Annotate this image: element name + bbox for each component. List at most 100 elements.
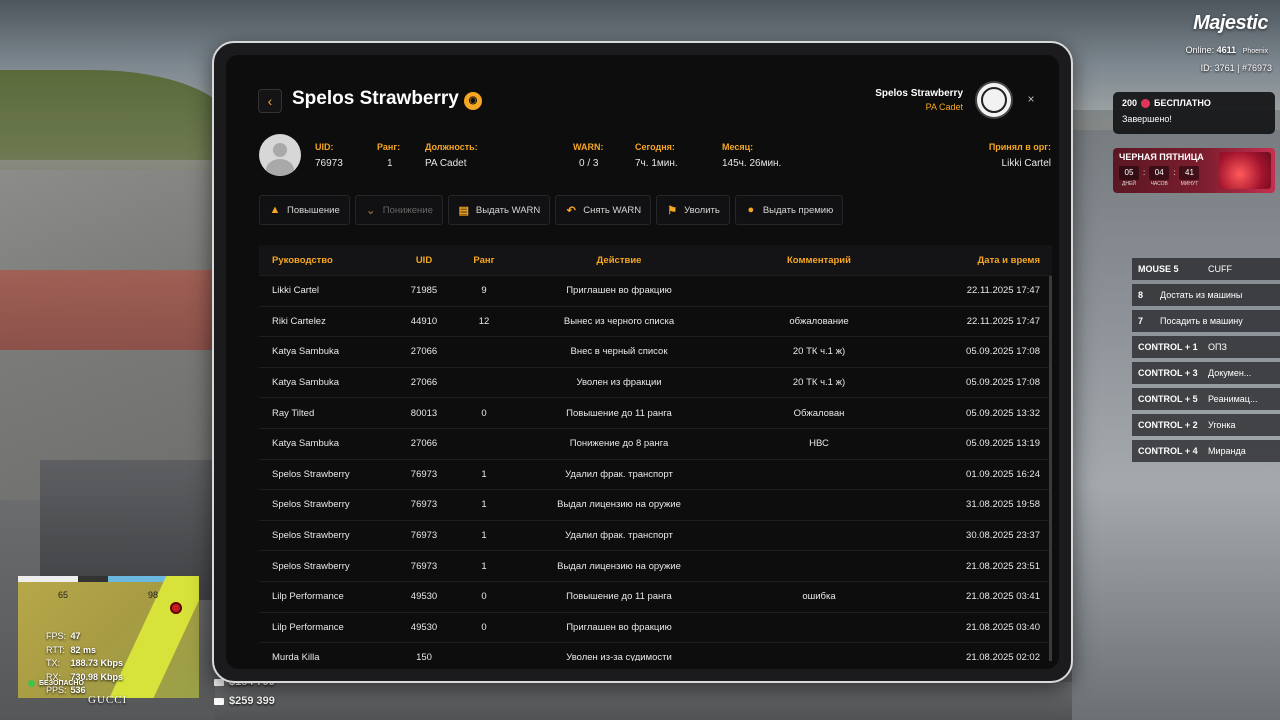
rtt-value: 82 ms [70, 644, 97, 655]
rtt-label: RTT: [46, 644, 65, 655]
issue-bonus-button[interactable]: ● Выдать премию [734, 195, 844, 225]
table-row: Murda Killa 150 Уволен из-за судимости 2… [259, 643, 1052, 661]
online-value: 4611 [1216, 45, 1237, 55]
cell-uid: 76973 [410, 499, 438, 511]
timer-separator: : [1143, 168, 1146, 177]
close-button[interactable]: × [1023, 91, 1039, 107]
cell-comment: обжалование [789, 315, 849, 327]
header-comment: Комментарий [787, 254, 851, 266]
table-row: Spelos Strawberry 76973 1 Выдал лицензию… [259, 490, 1052, 521]
timer-minutes: 41 МИНУТ [1179, 166, 1200, 187]
notification-label: БЕСПЛАТНО [1154, 98, 1211, 108]
keybind-key: 8 [1138, 290, 1144, 300]
promote-button[interactable]: ▲ Повышение [259, 195, 350, 225]
promote-label: Повышение [287, 204, 340, 216]
demote-button[interactable]: ⌄ Понижение [354, 195, 443, 225]
cell-uid: 76973 [410, 560, 438, 572]
issue-warn-label: Выдать WARN [475, 204, 541, 216]
issue-warn-button[interactable]: ▤ Выдать WARN [447, 195, 551, 225]
table-row: Lilp Performance 49530 0 Приглашен во фр… [259, 613, 1052, 644]
cell-uid: 27066 [410, 438, 438, 450]
cell-datetime: 05.09.2025 13:32 [966, 407, 1040, 419]
cell-datetime: 22.11.2025 17:47 [966, 285, 1040, 297]
reward-notification: 200 БЕСПЛАТНО Завершено! [1113, 92, 1275, 134]
undo-icon: ↶ [566, 204, 576, 217]
safe-zone-indicator: БЕЗОПАСНО [28, 680, 84, 687]
cell-action: Повышение до 11 ранга [566, 591, 672, 603]
timer-days: 05 ДНЕЙ [1119, 166, 1139, 187]
cell-manager: Likki Cartel [272, 285, 319, 297]
cell-action: Вынес из черного списка [563, 315, 675, 327]
player-id: ID: 3761 | #76973 [1200, 63, 1272, 73]
cell-rank: 0 [481, 621, 487, 633]
arrow-up-icon: ▲ [269, 204, 281, 216]
dismiss-button[interactable]: ⚑ Уволить [656, 195, 730, 225]
cell-rank: 1 [481, 560, 487, 572]
cell-datetime: 05.09.2025 17:08 [966, 346, 1040, 358]
header-manager: Руководство [272, 254, 333, 266]
keybind-label: CUFF [1208, 264, 1232, 274]
notification-header: 200 БЕСПЛАТНО [1122, 98, 1266, 108]
back-button[interactable]: ‹ [258, 89, 282, 113]
timer-days-value: 05 [1119, 166, 1139, 180]
keybind-row: 7 Посадить в машину [1132, 310, 1280, 332]
table-row: Ray Tilted 80013 0 Повышение до 11 ранга… [259, 398, 1052, 429]
keybind-list: MOUSE 5 CUFF 8 Достать из машины 7 Посад… [1132, 258, 1280, 466]
cell-manager: Spelos Strawberry [272, 468, 350, 480]
cell-datetime: 21.08.2025 03:40 [966, 621, 1040, 633]
cell-uid: 49530 [410, 591, 438, 603]
cell-action: Выдал лицензию на оружие [557, 499, 681, 511]
cell-datetime: 21.08.2025 02:02 [966, 652, 1040, 661]
issue-bonus-label: Выдать премию [762, 204, 834, 216]
health-bar [18, 576, 78, 582]
position-field: Должность: PA Cadet [425, 142, 478, 169]
today-field: Сегодня: 7ч. 1мин. [635, 142, 678, 169]
player-badge-icon[interactable]: ◉ [464, 92, 482, 110]
cell-comment: 20 ТК ч.1 ж) [792, 346, 846, 358]
cell-action: Уволен из-за судимости [566, 652, 672, 661]
cell-manager: Spelos Strawberry [272, 530, 350, 542]
seal-inner-ring [981, 87, 1007, 113]
cell-comment: Обжалован [793, 407, 845, 419]
cell-action: Приглашен во фракцию [566, 285, 672, 297]
cell-manager: Murda Killa [272, 652, 320, 661]
cell-manager: Lilp Performance [272, 621, 344, 633]
position-label: Должность: [425, 142, 478, 152]
cell-action: Понижение до 8 ранга [569, 438, 669, 450]
keybind-key: CONTROL + 2 [1138, 420, 1198, 430]
server-name: Phoenix [1242, 48, 1268, 55]
month-label: Месяц: [722, 142, 754, 152]
avatar [259, 134, 301, 176]
scrollbar-thumb[interactable] [1049, 276, 1052, 661]
cell-rank: 1 [481, 499, 487, 511]
cell-uid: 80013 [410, 407, 438, 419]
timer-days-label: ДНЕЙ [1122, 181, 1136, 187]
today-label: Сегодня: [635, 142, 675, 152]
cell-rank: 12 [478, 315, 490, 327]
cell-datetime: 05.09.2025 17:08 [966, 377, 1040, 389]
keybind-label: Достать из машины [1160, 290, 1243, 300]
background-red-court [0, 270, 215, 350]
fps-stat: FPS: 47 [46, 630, 123, 644]
uid-field: UID: 76973 [315, 142, 343, 169]
cell-uid: 150 [416, 652, 432, 661]
timer-hours: 04 ЧАСОВ [1149, 166, 1170, 187]
remove-warn-button[interactable]: ↶ Снять WARN [555, 195, 652, 225]
timer-minutes-value: 41 [1179, 166, 1200, 180]
cell-datetime: 05.09.2025 13:19 [966, 438, 1040, 450]
cell-datetime: 01.09.2025 16:24 [966, 468, 1040, 480]
black-friday-banner[interactable]: ЧЕРНАЯ ПЯТНИЦА 05 ДНЕЙ : 04 ЧАСОВ : 41 М… [1113, 148, 1275, 193]
waypoint-icon [170, 602, 182, 614]
server-logo: Majestic [1193, 12, 1268, 34]
online-label: Online: [1185, 45, 1215, 55]
keybind-key: CONTROL + 5 [1138, 394, 1198, 404]
cell-comment: 20 ТК ч.1 ж) [792, 377, 846, 389]
table-row: Spelos Strawberry 76973 1 Удалил фрак. т… [259, 521, 1052, 552]
remove-warn-label: Снять WARN [583, 204, 642, 216]
header-action: Действие [596, 254, 642, 266]
header-datetime: Дата и время [977, 254, 1040, 266]
cell-manager: Katya Sambuka [272, 346, 340, 358]
demote-label: Понижение [382, 204, 433, 216]
tx-value: 188.73 Kbps [70, 658, 124, 668]
table-row: Likki Cartel 71985 9 Приглашен во фракци… [259, 276, 1052, 307]
